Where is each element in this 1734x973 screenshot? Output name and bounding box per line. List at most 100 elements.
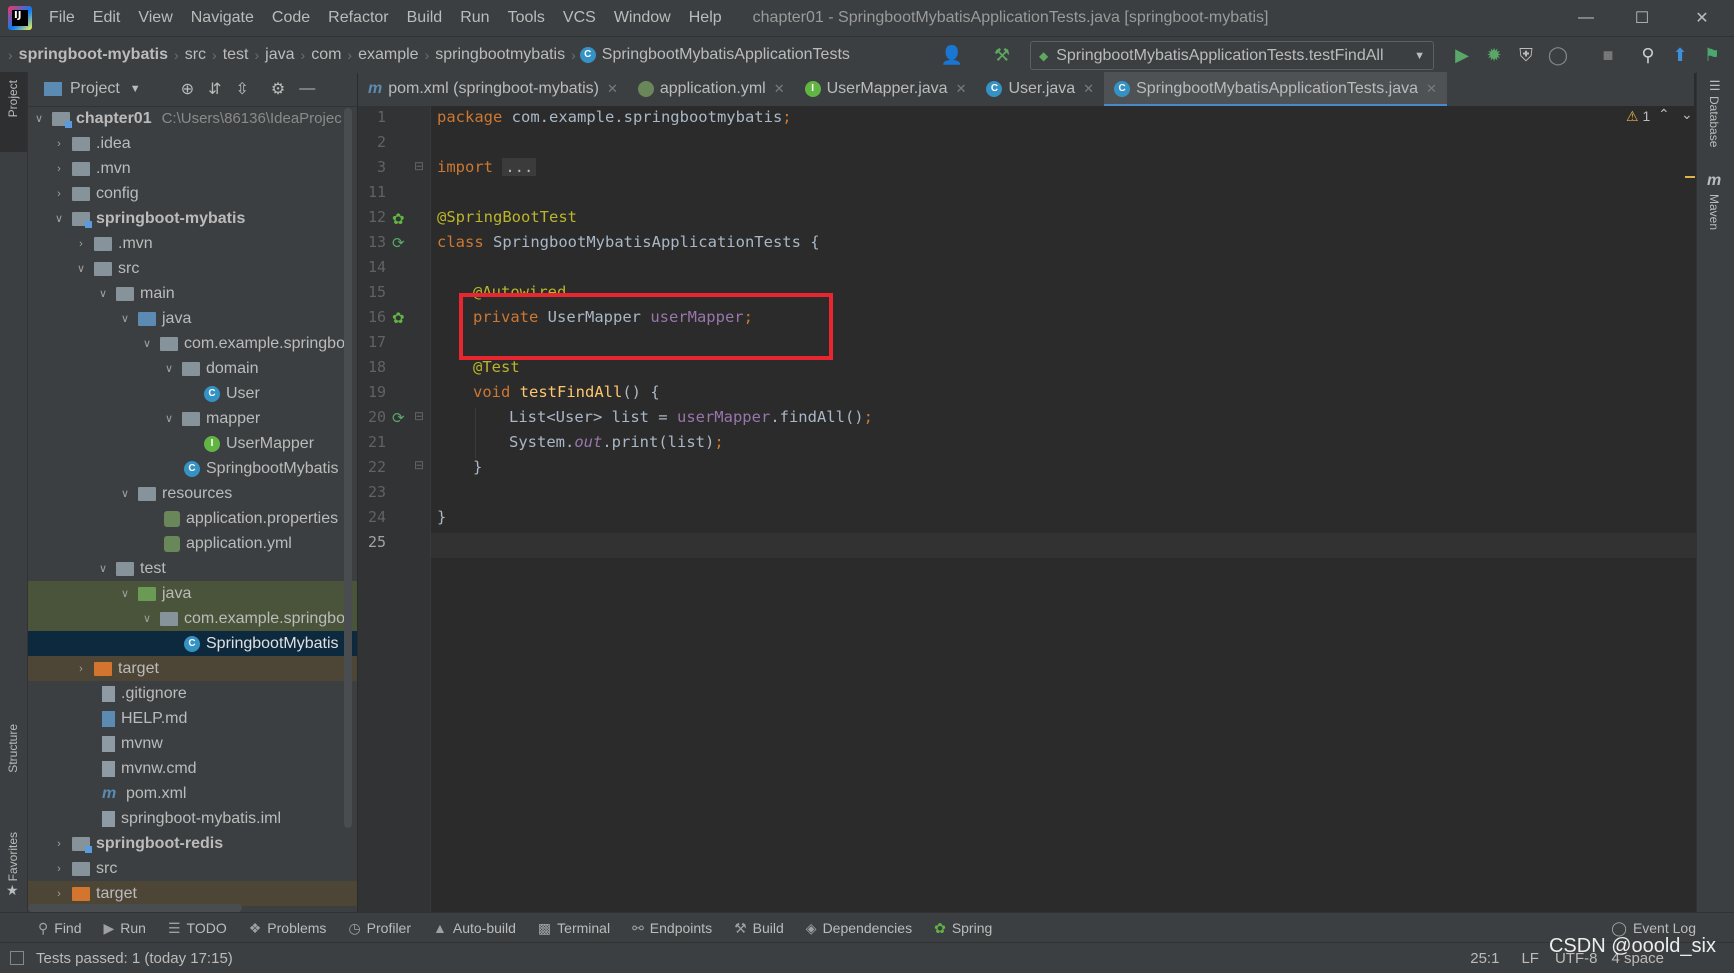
menu-window[interactable]: Window [605,0,680,36]
tree-item-domain[interactable]: ∨ domain [28,356,357,381]
build-tool-button[interactable]: ⚒ Build [734,920,784,937]
run-tool-button[interactable]: ▶ Run [104,920,146,937]
jetbrains-toolbox-icon[interactable]: ⚑ [1700,43,1724,67]
tree-item-gitignore[interactable]: .gitignore [28,681,357,706]
structure-tool-window-button[interactable]: Structure [6,724,20,773]
code-editor[interactable]: package com.example.springbootmybatis; i… [431,106,1696,912]
find-tool-button[interactable]: ⚲ Find [38,920,82,937]
project-tool-window-button[interactable]: Project [6,80,20,117]
menu-edit[interactable]: Edit [84,0,130,36]
expand-all-icon[interactable]: ⇵ [208,79,221,99]
next-highlight-icon[interactable]: ⌄ [1681,106,1693,123]
update-icon[interactable]: ⬆ [1668,43,1692,67]
folded-imports[interactable]: ... [502,158,537,176]
warning-stripe-marker[interactable] [1685,176,1695,178]
menu-vcs[interactable]: VCS [554,0,605,36]
menu-refactor[interactable]: Refactor [319,0,397,36]
auto-build-tool-button[interactable]: ▲ Auto-build [433,920,516,936]
gear-icon[interactable]: ⚙ [271,79,285,99]
breadcrumb-item[interactable]: com [305,46,347,64]
menu-navigate[interactable]: Navigate [182,0,263,36]
breadcrumb-item[interactable]: SpringbootMybatisApplicationTests [602,46,856,64]
database-tool-window-button[interactable]: Database [1707,96,1721,147]
project-scrollbar[interactable] [344,108,352,828]
menu-help[interactable]: Help [680,0,731,36]
tree-item-application-yml[interactable]: application.yml [28,531,357,556]
spring-tool-button[interactable]: ✿ Spring [934,920,992,937]
profiler-tool-button[interactable]: ◷ Profiler [348,920,411,937]
tree-item-config[interactable]: › config [28,181,357,206]
tab-application-yml[interactable]: application.yml ✕ [628,72,795,106]
menu-run[interactable]: Run [451,0,498,36]
tree-item-application-properties[interactable]: application.properties [28,506,357,531]
close-icon[interactable]: ✕ [1674,0,1730,36]
tab-usermapper-java[interactable]: I UserMapper.java ✕ [795,72,977,106]
favorites-tool-window-button[interactable]: Favorites [6,832,20,881]
menu-view[interactable]: View [129,0,181,36]
menu-build[interactable]: Build [398,0,452,36]
tree-item-mvn[interactable]: › .mvn [28,231,357,256]
tree-item-springbootmybatis-tests[interactable]: C SpringbootMybatis [28,631,357,656]
tree-item-test[interactable]: ∨ test [28,556,357,581]
tree-item-src[interactable]: ∨ src [28,256,357,281]
tree-item-package[interactable]: ∨ com.example.springbo [28,331,357,356]
endpoints-tool-button[interactable]: ⚯ Endpoints [632,920,712,937]
tree-item-user[interactable]: C User [28,381,357,406]
fold-icon[interactable]: ⊟ [414,458,432,474]
user-icon[interactable]: 👤 [940,43,964,67]
breadcrumb-item[interactable]: example [352,46,424,64]
tree-item-mapper[interactable]: ∨ mapper [28,406,357,431]
dependencies-tool-button[interactable]: ◈ Dependencies [806,920,912,937]
autowired-bean-icon[interactable]: ✿ [392,309,410,327]
fold-icon[interactable]: ⊟ [414,159,432,175]
fold-icon[interactable]: ⊟ [414,409,432,425]
run-test-icon[interactable]: ⟳ [392,409,410,427]
close-tab-icon[interactable]: ✕ [1426,81,1437,97]
minimize-icon[interactable]: — [1558,0,1614,36]
maximize-icon[interactable]: ☐ [1614,0,1670,36]
maven-tool-window-button[interactable]: Maven [1707,194,1721,230]
menu-code[interactable]: Code [263,0,319,36]
tree-item-java[interactable]: ∨ java [28,306,357,331]
problems-tool-button[interactable]: ❖ Problems [249,920,327,937]
event-log-button[interactable]: ◯ Event Log [1611,920,1696,937]
tree-item-idea[interactable]: › .idea [28,131,357,156]
stop-icon[interactable]: ■ [1596,43,1620,67]
tree-item-springboot-redis[interactable]: › springboot-redis [28,831,357,856]
profile-icon[interactable]: ◯ [1546,43,1570,67]
tree-item-main[interactable]: ∨ main [28,281,357,306]
run-configuration-select[interactable]: ◆ SpringbootMybatisApplicationTests.test… [1030,41,1434,70]
tab-springbootmybatisapplicationtests-java[interactable]: C SpringbootMybatisApplicationTests.java ✕ [1104,72,1447,107]
close-tab-icon[interactable]: ✕ [774,81,785,97]
hammer-build-icon[interactable]: ⚒ [990,43,1014,67]
tree-item-target[interactable]: › target [28,656,357,681]
menu-tools[interactable]: Tools [499,0,554,36]
close-tab-icon[interactable]: ✕ [956,81,967,97]
tree-item-target[interactable]: › target [28,881,357,906]
tree-item-help-md[interactable]: HELP.md [28,706,357,731]
run-icon[interactable]: ▶ [1450,43,1474,67]
breadcrumb-item[interactable]: springboot-mybatis [13,46,174,64]
run-test-icon[interactable]: ⟳ [392,234,410,252]
menu-file[interactable]: File [40,0,84,36]
close-tab-icon[interactable]: ✕ [607,81,618,97]
previous-highlight-icon[interactable]: ⌃ [1658,106,1670,123]
chevron-down-icon[interactable]: ▼ [130,83,141,95]
coverage-icon[interactable]: ⛨ [1514,43,1538,67]
tab-user-java[interactable]: C User.java ✕ [976,72,1104,106]
breadcrumb-item[interactable]: springbootmybatis [429,46,571,64]
line-separator[interactable]: LF [1521,950,1539,967]
tree-item-test-java[interactable]: ∨ java [28,581,357,606]
tree-item-mvnw-cmd[interactable]: mvnw.cmd [28,756,357,781]
breadcrumb-item[interactable]: java [259,46,300,64]
tree-item-test-package[interactable]: ∨ com.example.springbo [28,606,357,631]
tree-item-mvnw[interactable]: mvnw [28,731,357,756]
tree-item-usermapper[interactable]: I UserMapper [28,431,357,456]
collapse-all-icon[interactable]: ⇳ [236,79,249,99]
breadcrumb-item[interactable]: src [179,46,212,64]
tree-item-pom-xml[interactable]: m pom.xml [28,781,357,806]
debug-icon[interactable]: ✹ [1482,43,1506,67]
search-icon[interactable]: ⚲ [1636,43,1660,67]
tree-item-springboot-mybatis[interactable]: ∨ springboot-mybatis [28,206,357,231]
tab-pom-xml[interactable]: m pom.xml (springboot-mybatis) ✕ [358,72,628,106]
